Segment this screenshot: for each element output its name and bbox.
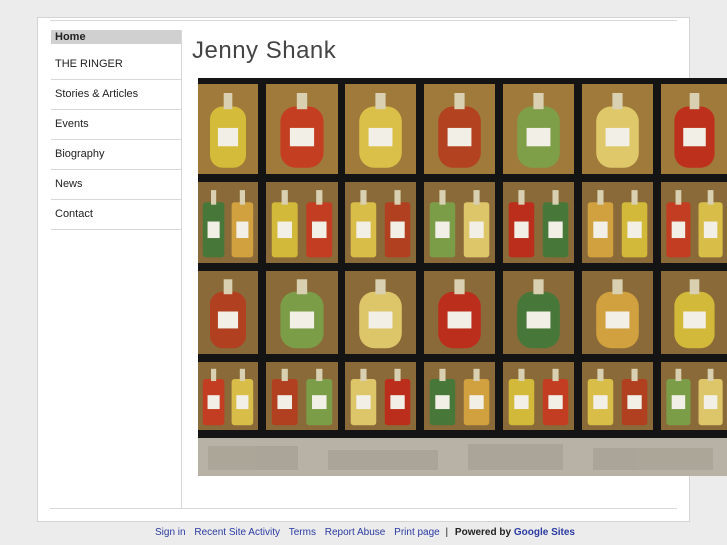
nav-item-news[interactable]: News <box>51 170 181 200</box>
bottom-divider <box>50 508 677 509</box>
report-abuse-link[interactable]: Report Abuse <box>325 527 386 538</box>
page-container: Home THE RINGER Stories & Articles Event… <box>37 17 727 522</box>
nav-item-the-ringer[interactable]: THE RINGER <box>51 50 181 80</box>
powered-by-label: Powered by <box>454 527 512 538</box>
terms-link[interactable]: Terms <box>289 527 316 538</box>
bottle-shelf-image <box>198 78 727 476</box>
sidebar-nav: Home THE RINGER Stories & Articles Event… <box>51 30 182 508</box>
nav-item-events[interactable]: Events <box>51 110 181 140</box>
nav-item-contact[interactable]: Contact <box>51 200 181 230</box>
nav-item-stories-articles[interactable]: Stories & Articles <box>51 80 181 110</box>
sign-in-link[interactable]: Sign in <box>155 527 186 538</box>
page-title: Jenny Shank <box>192 37 337 64</box>
google-sites-link[interactable]: Google Sites <box>514 527 575 538</box>
header-photo <box>198 78 727 476</box>
footer: Sign in Recent Site Activity Terms Repor… <box>0 527 727 538</box>
print-page-link[interactable]: Print page <box>394 527 440 538</box>
powered-by-text: Powered by Google Sites <box>455 527 575 538</box>
top-divider <box>50 20 677 21</box>
recent-activity-link[interactable]: Recent Site Activity <box>194 527 280 538</box>
nav-item-home[interactable]: Home <box>51 30 181 44</box>
footer-separator: | <box>445 527 449 538</box>
nav-item-biography[interactable]: Biography <box>51 140 181 170</box>
